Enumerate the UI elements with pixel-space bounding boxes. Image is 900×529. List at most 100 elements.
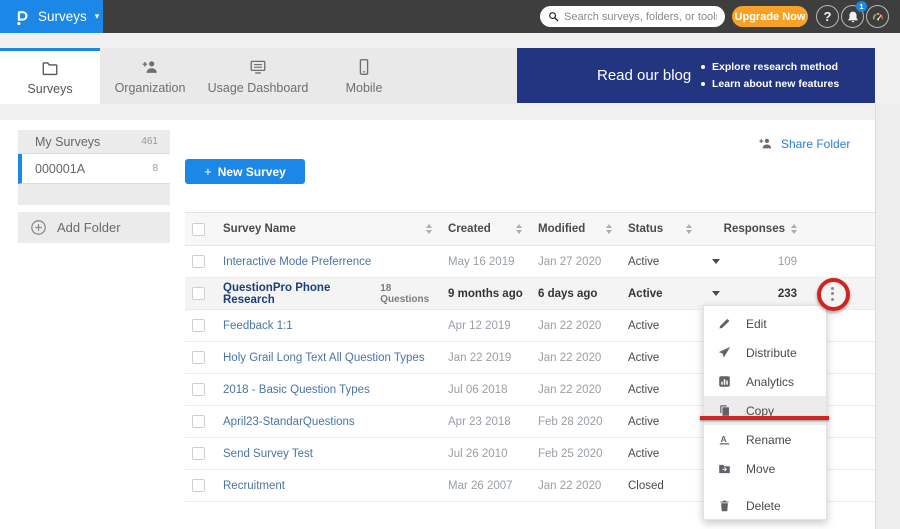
modified-cell: Jan 27 2020 (528, 256, 618, 268)
status-cell: Active (618, 416, 696, 428)
gauge-icon (871, 10, 885, 24)
product-switcher[interactable]: Surveys ▾ (0, 0, 103, 33)
tab-label: Usage Dashboard (208, 81, 309, 95)
trash-icon (718, 499, 731, 512)
sidebar-item-000001a[interactable]: 000001A 8 (18, 154, 170, 184)
row-checkbox[interactable] (192, 415, 205, 428)
menu-item-label: Delete (746, 499, 781, 513)
survey-name-link[interactable]: Interactive Mode Preferrence (223, 256, 371, 268)
questionpro-logo-icon (13, 8, 31, 26)
paper-plane-icon (718, 346, 731, 359)
upgrade-now-button[interactable]: Upgrade Now (732, 6, 808, 27)
page-background-strip (875, 104, 900, 529)
survey-name-link[interactable]: April23-StandarQuestions (223, 416, 355, 428)
sort-icon[interactable] (426, 224, 432, 234)
sort-icon[interactable] (791, 224, 797, 234)
table-row[interactable]: Interactive Mode Preferrence May 16 2019… (185, 246, 875, 278)
question-count-badge: 18 Questions (380, 283, 438, 305)
row-checkbox[interactable] (192, 479, 205, 492)
add-folder-button[interactable]: Add Folder (18, 212, 170, 243)
blog-banner[interactable]: Read our blog Explore research method Le… (517, 48, 875, 103)
header-created: Created (448, 223, 491, 235)
share-folder-button[interactable]: Share Folder (758, 136, 850, 151)
select-all-checkbox[interactable] (192, 223, 205, 236)
sort-icon[interactable] (606, 224, 612, 234)
created-cell: Jul 26 2010 (438, 448, 528, 460)
search-input[interactable] (564, 11, 717, 23)
bar-chart-icon (718, 375, 731, 388)
plus-icon: + (204, 164, 212, 179)
help-button[interactable]: ? (816, 5, 839, 28)
circle-plus-icon (30, 219, 47, 236)
new-survey-button[interactable]: +New Survey (185, 159, 305, 184)
tab-usage-dashboard[interactable]: Usage Dashboard (200, 48, 316, 104)
row-checkbox[interactable] (192, 319, 205, 332)
mobile-icon (355, 58, 373, 76)
menu-item-delete[interactable]: Delete (704, 491, 826, 520)
tab-zone: Surveys Organization Usage Dashboard Mob… (0, 33, 900, 120)
table-header-row: Survey Name Created Modified Status Resp… (185, 212, 875, 246)
header-status: Status (628, 223, 663, 235)
sort-icon[interactable] (516, 224, 522, 234)
folder-label: 000001A (35, 162, 85, 176)
status-cell: Active (618, 256, 696, 268)
status-cell: Active (618, 448, 696, 460)
tab-mobile[interactable]: Mobile (316, 48, 412, 104)
rename-icon (718, 433, 731, 446)
survey-name-link[interactable]: Send Survey Test (223, 448, 313, 460)
status-cell: Closed (618, 480, 696, 492)
chevron-down-icon: ▾ (95, 11, 100, 22)
bullet-text: Explore research method (712, 59, 838, 76)
folder-count: 461 (141, 136, 158, 147)
created-cell: May 16 2019 (438, 256, 528, 268)
created-cell: Jul 06 2018 (438, 384, 528, 396)
menu-item-distribute[interactable]: Distribute (704, 338, 826, 367)
responses-cell: 109 (735, 256, 815, 268)
created-cell: Mar 26 2007 (438, 480, 528, 492)
tab-surveys[interactable]: Surveys (0, 48, 100, 104)
survey-name-link[interactable]: Recruitment (223, 480, 285, 492)
header-modified: Modified (538, 223, 585, 235)
survey-name-link[interactable]: Feedback 1:1 (223, 320, 293, 332)
menu-item-edit[interactable]: Edit (704, 309, 826, 338)
menu-item-move[interactable]: Move (704, 454, 826, 483)
menu-item-copy[interactable]: Copy (704, 396, 826, 425)
status-cell: Active (618, 384, 696, 396)
menu-item-label: Rename (746, 433, 791, 447)
bullet-dot-icon (701, 82, 705, 86)
row-checkbox[interactable] (192, 255, 205, 268)
menu-item-label: Move (746, 462, 775, 476)
survey-name-link[interactable]: 2018 - Basic Question Types (223, 384, 370, 396)
person-plus-icon (141, 58, 159, 76)
status-caret-icon[interactable] (712, 291, 720, 296)
menu-item-analytics[interactable]: Analytics (704, 367, 826, 396)
sort-icon[interactable] (686, 224, 692, 234)
tab-organization[interactable]: Organization (100, 48, 200, 104)
row-context-menu: Edit Distribute Analytics Copy Rename Mo… (703, 305, 827, 520)
banner-title: Read our blog (597, 67, 691, 84)
sidebar-item-my-surveys[interactable]: My Surveys 461 (18, 130, 170, 154)
modified-cell: 6 days ago (528, 288, 618, 300)
row-checkbox[interactable] (192, 383, 205, 396)
modified-cell: Jan 22 2020 (528, 384, 618, 396)
modified-cell: Feb 25 2020 (528, 448, 618, 460)
row-checkbox[interactable] (192, 351, 205, 364)
folder-label: My Surveys (35, 135, 100, 149)
row-checkbox[interactable] (192, 287, 205, 300)
add-folder-label: Add Folder (57, 220, 121, 235)
survey-name-link[interactable]: Holy Grail Long Text All Question Types (223, 352, 425, 364)
status-cell: Active (618, 288, 696, 300)
responses-cell: 233 (735, 288, 815, 300)
row-checkbox[interactable] (192, 447, 205, 460)
created-cell: Apr 23 2018 (438, 416, 528, 428)
notification-badge: 1 (856, 1, 867, 12)
questionpro-surveys-screen: Surveys ▾ Upgrade Now ? 1 Surveys Organi… (0, 0, 900, 529)
usage-gauge-button[interactable] (866, 5, 889, 28)
bullet-dot-icon (701, 65, 705, 69)
menu-item-rename[interactable]: Rename (704, 425, 826, 454)
pencil-icon (718, 317, 731, 330)
main-tabs: Surveys Organization Usage Dashboard Mob… (0, 48, 517, 104)
status-caret-icon[interactable] (712, 259, 720, 264)
top-bar: Surveys ▾ Upgrade Now ? 1 (0, 0, 900, 33)
survey-name-link[interactable]: QuestionPro Phone Research (223, 282, 372, 306)
